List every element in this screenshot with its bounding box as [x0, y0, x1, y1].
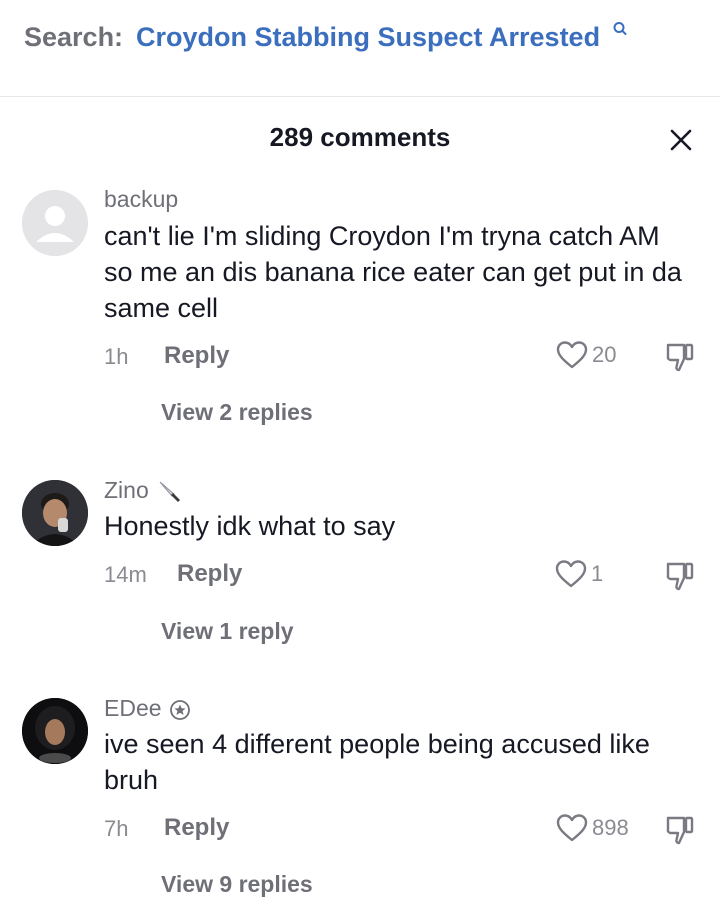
reply-button[interactable]: Reply	[164, 814, 229, 842]
search-query-link[interactable]: Croydon Stabbing Suspect Arrested	[136, 22, 600, 53]
like-button[interactable]: 20	[556, 340, 616, 370]
reply-button[interactable]: Reply	[164, 342, 229, 370]
close-icon	[670, 129, 692, 151]
star-badge-icon	[170, 700, 190, 720]
view-replies-button[interactable]: View 9 replies	[161, 871, 313, 898]
user-photo-avatar-icon	[22, 480, 88, 546]
comment-username[interactable]: EDee	[104, 695, 190, 722]
avatar-default[interactable]	[22, 190, 88, 256]
username-text: Zino	[104, 477, 149, 503]
user-photo-avatar-icon	[22, 698, 88, 764]
dislike-icon[interactable]	[664, 341, 696, 373]
comments-header: 289 comments	[0, 120, 720, 160]
search-icon[interactable]	[612, 21, 628, 37]
heart-icon	[556, 814, 588, 842]
like-count: 20	[592, 342, 617, 367]
heart-icon	[556, 341, 588, 369]
dislike-icon[interactable]	[664, 560, 696, 592]
like-button[interactable]: 1	[555, 559, 603, 589]
view-replies-button[interactable]: View 1 reply	[161, 618, 294, 645]
comment-time: 1h	[104, 344, 129, 369]
like-count: 898	[592, 815, 629, 840]
view-replies-button[interactable]: View 2 replies	[161, 399, 313, 426]
reply-button[interactable]: Reply	[177, 560, 242, 588]
comment-time: 14m	[104, 562, 147, 587]
comment-username[interactable]: Zino	[104, 477, 183, 505]
knife-icon	[159, 481, 181, 502]
like-button[interactable]: 898	[556, 813, 629, 843]
heart-icon	[555, 560, 587, 588]
comment-text: Honestly idk what to say	[104, 511, 396, 541]
dislike-icon[interactable]	[664, 814, 696, 846]
default-avatar-icon	[22, 190, 88, 256]
comments-count: 289 comments	[269, 122, 451, 152]
search-prefix-label: Search:	[24, 22, 124, 52]
comment-text: can't lie I'm sliding Croydon I'm tryna …	[104, 221, 682, 323]
like-count: 1	[591, 561, 604, 586]
username-text: EDee	[104, 695, 162, 721]
comment-username[interactable]: backup	[104, 186, 178, 213]
avatar[interactable]	[22, 480, 88, 546]
avatar[interactable]	[22, 698, 88, 764]
close-button[interactable]	[661, 120, 701, 160]
comment-text: ive seen 4 different people being accuse…	[104, 729, 650, 795]
search-bar[interactable]: Search: Croydon Stabbing Suspect Arreste…	[0, 0, 720, 97]
comment-time: 7h	[104, 816, 129, 841]
